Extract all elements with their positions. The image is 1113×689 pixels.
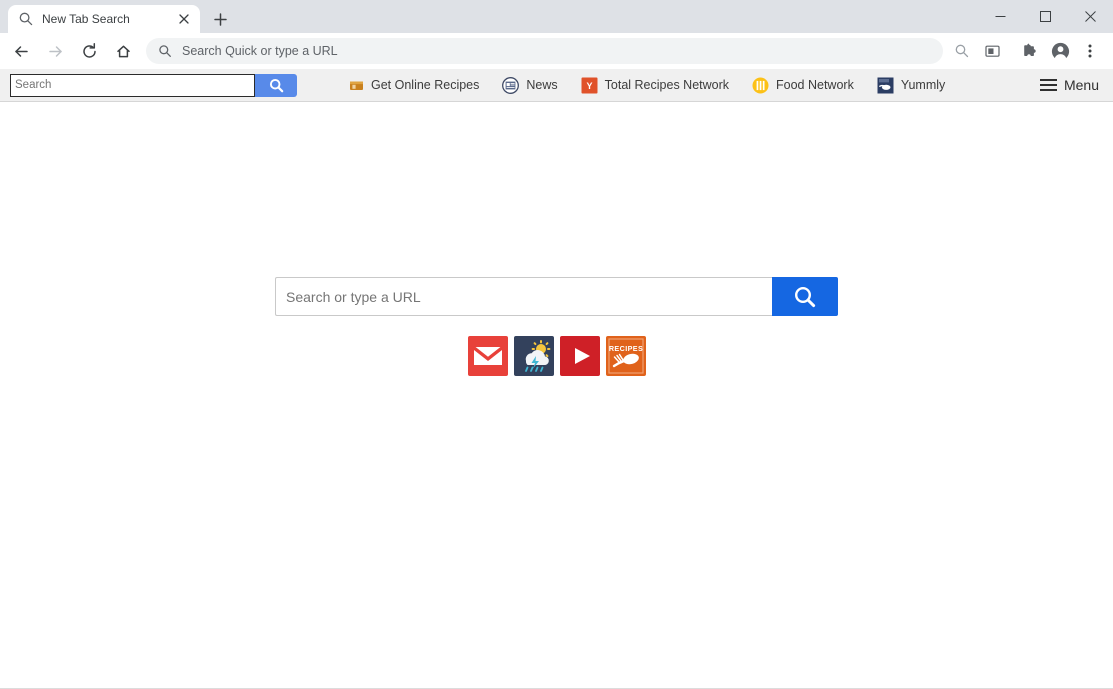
forward-icon: [41, 37, 69, 65]
extension-menu-label: Menu: [1063, 77, 1099, 93]
extension-search-group: [10, 73, 297, 97]
youtube-tile[interactable]: [559, 336, 600, 376]
yummly-icon: [877, 77, 894, 94]
tab-title: New Tab Search: [42, 12, 130, 26]
address-bar[interactable]: Search Quick or type a URL: [146, 38, 943, 64]
window-controls: [978, 0, 1113, 33]
extension-link-total-recipes-network[interactable]: Y Total Recipes Network: [581, 73, 729, 97]
new-tab-page: RECIPES: [0, 102, 1113, 688]
zoom-icon[interactable]: [949, 38, 975, 64]
extension-link-label: Total Recipes Network: [604, 78, 730, 92]
recipes-box-icon: [349, 78, 364, 93]
extension-link-label: News: [526, 78, 558, 92]
recipes-tile[interactable]: RECIPES: [605, 336, 646, 376]
media-cast-icon[interactable]: [979, 38, 1005, 64]
svg-text:Y: Y: [586, 81, 592, 91]
main-search-input[interactable]: [275, 277, 772, 316]
browser-tab[interactable]: New Tab Search: [8, 5, 200, 33]
extension-search-input[interactable]: [10, 73, 255, 97]
main-search-group: [275, 277, 838, 316]
extension-menu-button[interactable]: Menu: [1039, 77, 1099, 93]
extension-search-button[interactable]: [255, 73, 297, 97]
weather-tile[interactable]: [513, 336, 554, 376]
search-icon: [158, 44, 172, 58]
news-circle-icon: [502, 76, 520, 94]
extension-link-label: Get Online Recipes: [371, 78, 480, 92]
address-bar-text: Search Quick or type a URL: [182, 44, 338, 58]
search-icon: [18, 11, 34, 27]
extension-link-get-online-recipes[interactable]: Get Online Recipes: [349, 73, 479, 97]
reload-icon[interactable]: [75, 37, 103, 65]
tab-strip: New Tab Search: [0, 0, 1113, 33]
extension-link-list: Get Online Recipes News Y Total Recipes …: [349, 73, 968, 97]
chrome-menu-icon[interactable]: [1077, 38, 1103, 64]
new-tab-button[interactable]: [206, 5, 234, 33]
extension-link-label: Food Network: [776, 78, 854, 92]
home-icon[interactable]: [109, 37, 137, 65]
main-search-button[interactable]: [772, 277, 838, 316]
browser-toolbar: Search Quick or type a URL: [0, 33, 1113, 69]
close-window-icon[interactable]: [1068, 0, 1113, 32]
hamburger-menu-icon: [1039, 79, 1057, 91]
extension-toolbar: Get Online Recipes News Y: [0, 69, 1113, 102]
extensions-puzzle-icon[interactable]: [1017, 38, 1043, 64]
extension-link-label: Yummly: [900, 78, 946, 92]
close-icon[interactable]: [176, 11, 192, 27]
gmail-tile[interactable]: [467, 336, 508, 376]
extension-link-food-network[interactable]: Food Network: [752, 73, 854, 97]
svg-text:RECIPES: RECIPES: [608, 344, 642, 353]
back-icon[interactable]: [7, 37, 35, 65]
quick-link-tiles: RECIPES: [467, 336, 646, 376]
profile-avatar-icon[interactable]: [1047, 38, 1073, 64]
extension-link-yummly[interactable]: Yummly: [877, 73, 945, 97]
extension-link-news[interactable]: News: [502, 73, 558, 97]
total-recipes-icon: Y: [581, 77, 598, 94]
maximize-icon[interactable]: [1023, 0, 1068, 32]
minimize-icon[interactable]: [978, 0, 1023, 32]
food-network-icon: [752, 77, 769, 94]
